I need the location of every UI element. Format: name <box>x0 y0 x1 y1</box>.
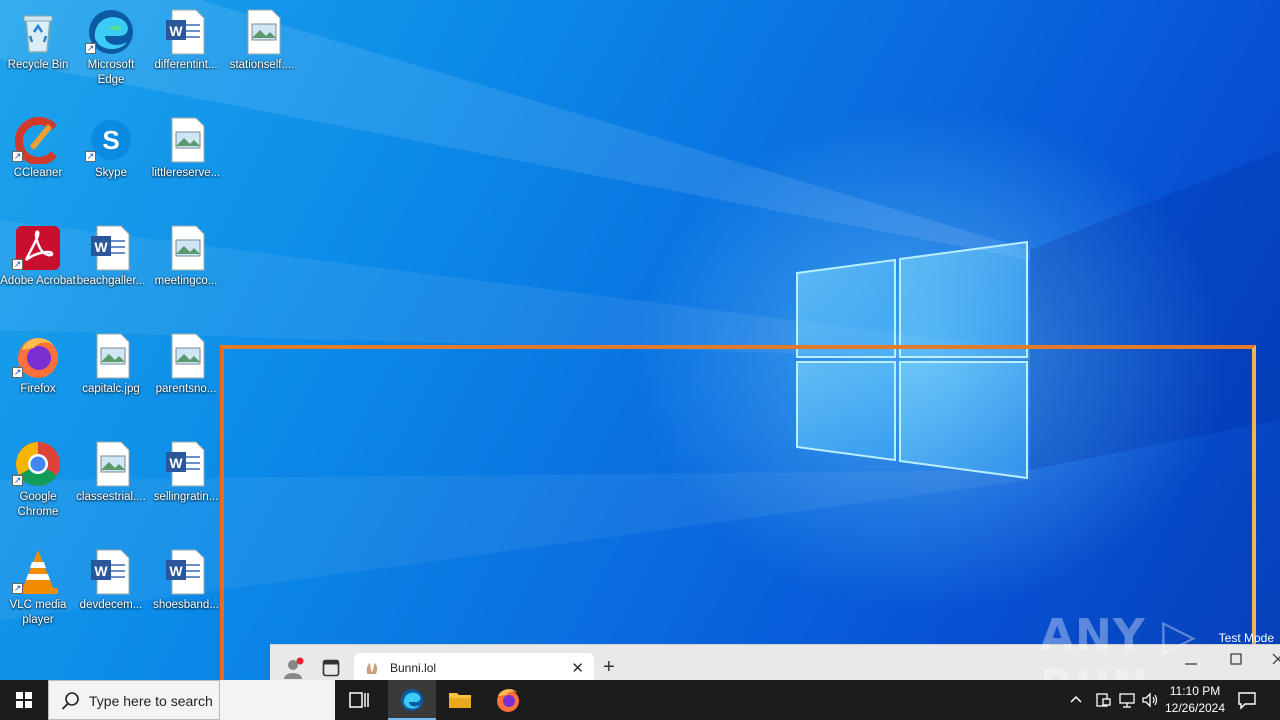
icon-label: capitalc.jpg <box>82 383 140 395</box>
network-icon[interactable] <box>1118 691 1136 709</box>
device-icon[interactable] <box>1094 691 1112 709</box>
shortcut-arrow-icon: ↗ <box>85 151 96 162</box>
notifications-icon[interactable] <box>1237 690 1257 710</box>
taskbar-search-extension <box>220 680 335 720</box>
bunny-favicon-icon <box>366 663 378 674</box>
desktop-icon-classestrial[interactable]: classestrial.... <box>73 440 149 505</box>
desktop-icon-beachgaller[interactable]: W beachgaller... <box>73 224 149 289</box>
icon-label: Microsoft Edge <box>87 59 135 86</box>
icon-label: Adobe Acrobat <box>0 275 76 287</box>
desktop-icon-firefox[interactable]: ↗ Firefox <box>0 332 76 397</box>
desktop-icon-sellingratin[interactable]: W sellingratin... <box>148 440 224 505</box>
firefox-icon[interactable] <box>488 680 528 720</box>
svg-text:W: W <box>169 455 183 471</box>
desktop-icon-shoesband[interactable]: W shoesband... <box>148 548 224 613</box>
icon-label: Firefox <box>20 383 56 395</box>
word-doc-icon: W <box>166 549 205 595</box>
image-file-icon <box>171 333 205 379</box>
image-file-icon <box>96 441 130 487</box>
desktop-icon-vlc[interactable]: ↗ VLC media player <box>0 548 76 628</box>
shortcut-arrow-icon: ↗ <box>12 259 23 270</box>
icon-label: classestrial.... <box>76 491 146 503</box>
shortcut-arrow-icon: ↗ <box>12 475 23 486</box>
shortcut-arrow-icon: ↗ <box>12 151 23 162</box>
icon-label: sellingratin... <box>153 491 219 503</box>
icon-label: Google Chrome <box>17 491 59 518</box>
icon-label: Recycle Bin <box>7 59 69 71</box>
new-tab-button[interactable]: + <box>603 657 615 677</box>
icon-label: parentsno... <box>155 383 217 395</box>
taskbar-search-box[interactable]: Type here to search <box>48 680 220 720</box>
taskbar-edge-button[interactable] <box>388 680 436 720</box>
icon-label: devdecem... <box>79 599 143 611</box>
desktop-icon-google-chrome[interactable]: ↗ Google Chrome <box>0 440 76 520</box>
svg-text:W: W <box>169 23 183 39</box>
desktop-icon-ccleaner[interactable]: ↗ CCleaner <box>0 116 76 181</box>
desktop-icon-differentint[interactable]: W differentint... <box>148 8 224 73</box>
watermark: ANY ▷ RUN <box>1040 610 1197 680</box>
desktop-icon-adobe-acrobat[interactable]: ↗ Adobe Acrobat <box>0 224 76 289</box>
chevron-up-icon[interactable] <box>1068 692 1084 708</box>
svg-text:W: W <box>94 563 108 579</box>
search-placeholder: Type here to search <box>89 693 213 709</box>
desktop: Recycle Bin ↗ CCleaner ↗ Adobe Acrobat ↗… <box>0 0 1280 680</box>
image-file-icon <box>247 9 281 55</box>
desktop-icon-stationself[interactable]: stationself.... <box>224 8 300 73</box>
icon-label: Skype <box>95 167 127 179</box>
word-doc-icon: W <box>166 9 205 55</box>
close-tab-icon[interactable]: ✕ <box>571 659 584 677</box>
tab-actions-icon[interactable] <box>322 659 340 677</box>
svg-text:W: W <box>94 239 108 255</box>
image-file-icon <box>171 117 205 163</box>
shortcut-arrow-icon: ↗ <box>12 583 23 594</box>
shortcut-arrow-icon: ↗ <box>12 367 23 378</box>
desktop-icon-parentsno[interactable]: parentsno... <box>148 332 224 397</box>
icon-label: littlereserve... <box>151 167 221 179</box>
desktop-icon-devdecem[interactable]: W devdecem... <box>73 548 149 613</box>
word-doc-icon: W <box>166 441 205 487</box>
icon-label: shoesband... <box>153 599 219 611</box>
profile-icon[interactable] <box>282 657 304 679</box>
desktop-icon-meetingco[interactable]: meetingco... <box>148 224 224 289</box>
icon-label: CCleaner <box>13 167 63 179</box>
recycle-bin-icon <box>23 15 53 53</box>
tab-bunni[interactable]: Bunni.lol ✕ <box>354 653 594 680</box>
word-doc-icon: W <box>91 225 130 271</box>
edge-icon <box>401 689 423 711</box>
word-doc-icon: W <box>91 549 130 595</box>
tab-title: Bunni.lol <box>390 661 437 675</box>
desktop-icon-skype[interactable]: S ↗ Skype <box>73 116 149 181</box>
image-file-icon <box>171 225 205 271</box>
desktop-icon-recycle-bin[interactable]: Recycle Bin <box>0 8 76 73</box>
svg-text:W: W <box>169 563 183 579</box>
clock-time[interactable]: 11:10 PM <box>1155 684 1235 698</box>
icon-label: meetingco... <box>154 275 218 287</box>
image-file-icon <box>96 333 130 379</box>
file-explorer-icon[interactable] <box>440 680 480 720</box>
desktop-icon-littlereserve[interactable]: littlereserve... <box>148 116 224 181</box>
test-mode-label: Test Mode <box>1218 631 1274 645</box>
icon-label: stationself.... <box>229 59 295 71</box>
svg-text:S: S <box>102 125 119 155</box>
clock-date[interactable]: 12/26/2024 <box>1155 701 1235 715</box>
taskbar: Type here to search 11:10 PM 12/26/2024 <box>0 680 1280 720</box>
task-view-icon[interactable] <box>340 680 380 720</box>
desktop-icon-capitalc[interactable]: capitalc.jpg <box>73 332 149 397</box>
desktop-icon-microsoft-edge[interactable]: ↗ Microsoft Edge <box>73 8 149 88</box>
icon-label: VLC media player <box>9 599 67 626</box>
shortcut-arrow-icon: ↗ <box>85 43 96 54</box>
search-icon <box>61 692 79 710</box>
windows-start-icon[interactable] <box>0 680 48 720</box>
icon-label: differentint... <box>154 59 218 71</box>
icon-label: beachgaller... <box>76 275 146 287</box>
